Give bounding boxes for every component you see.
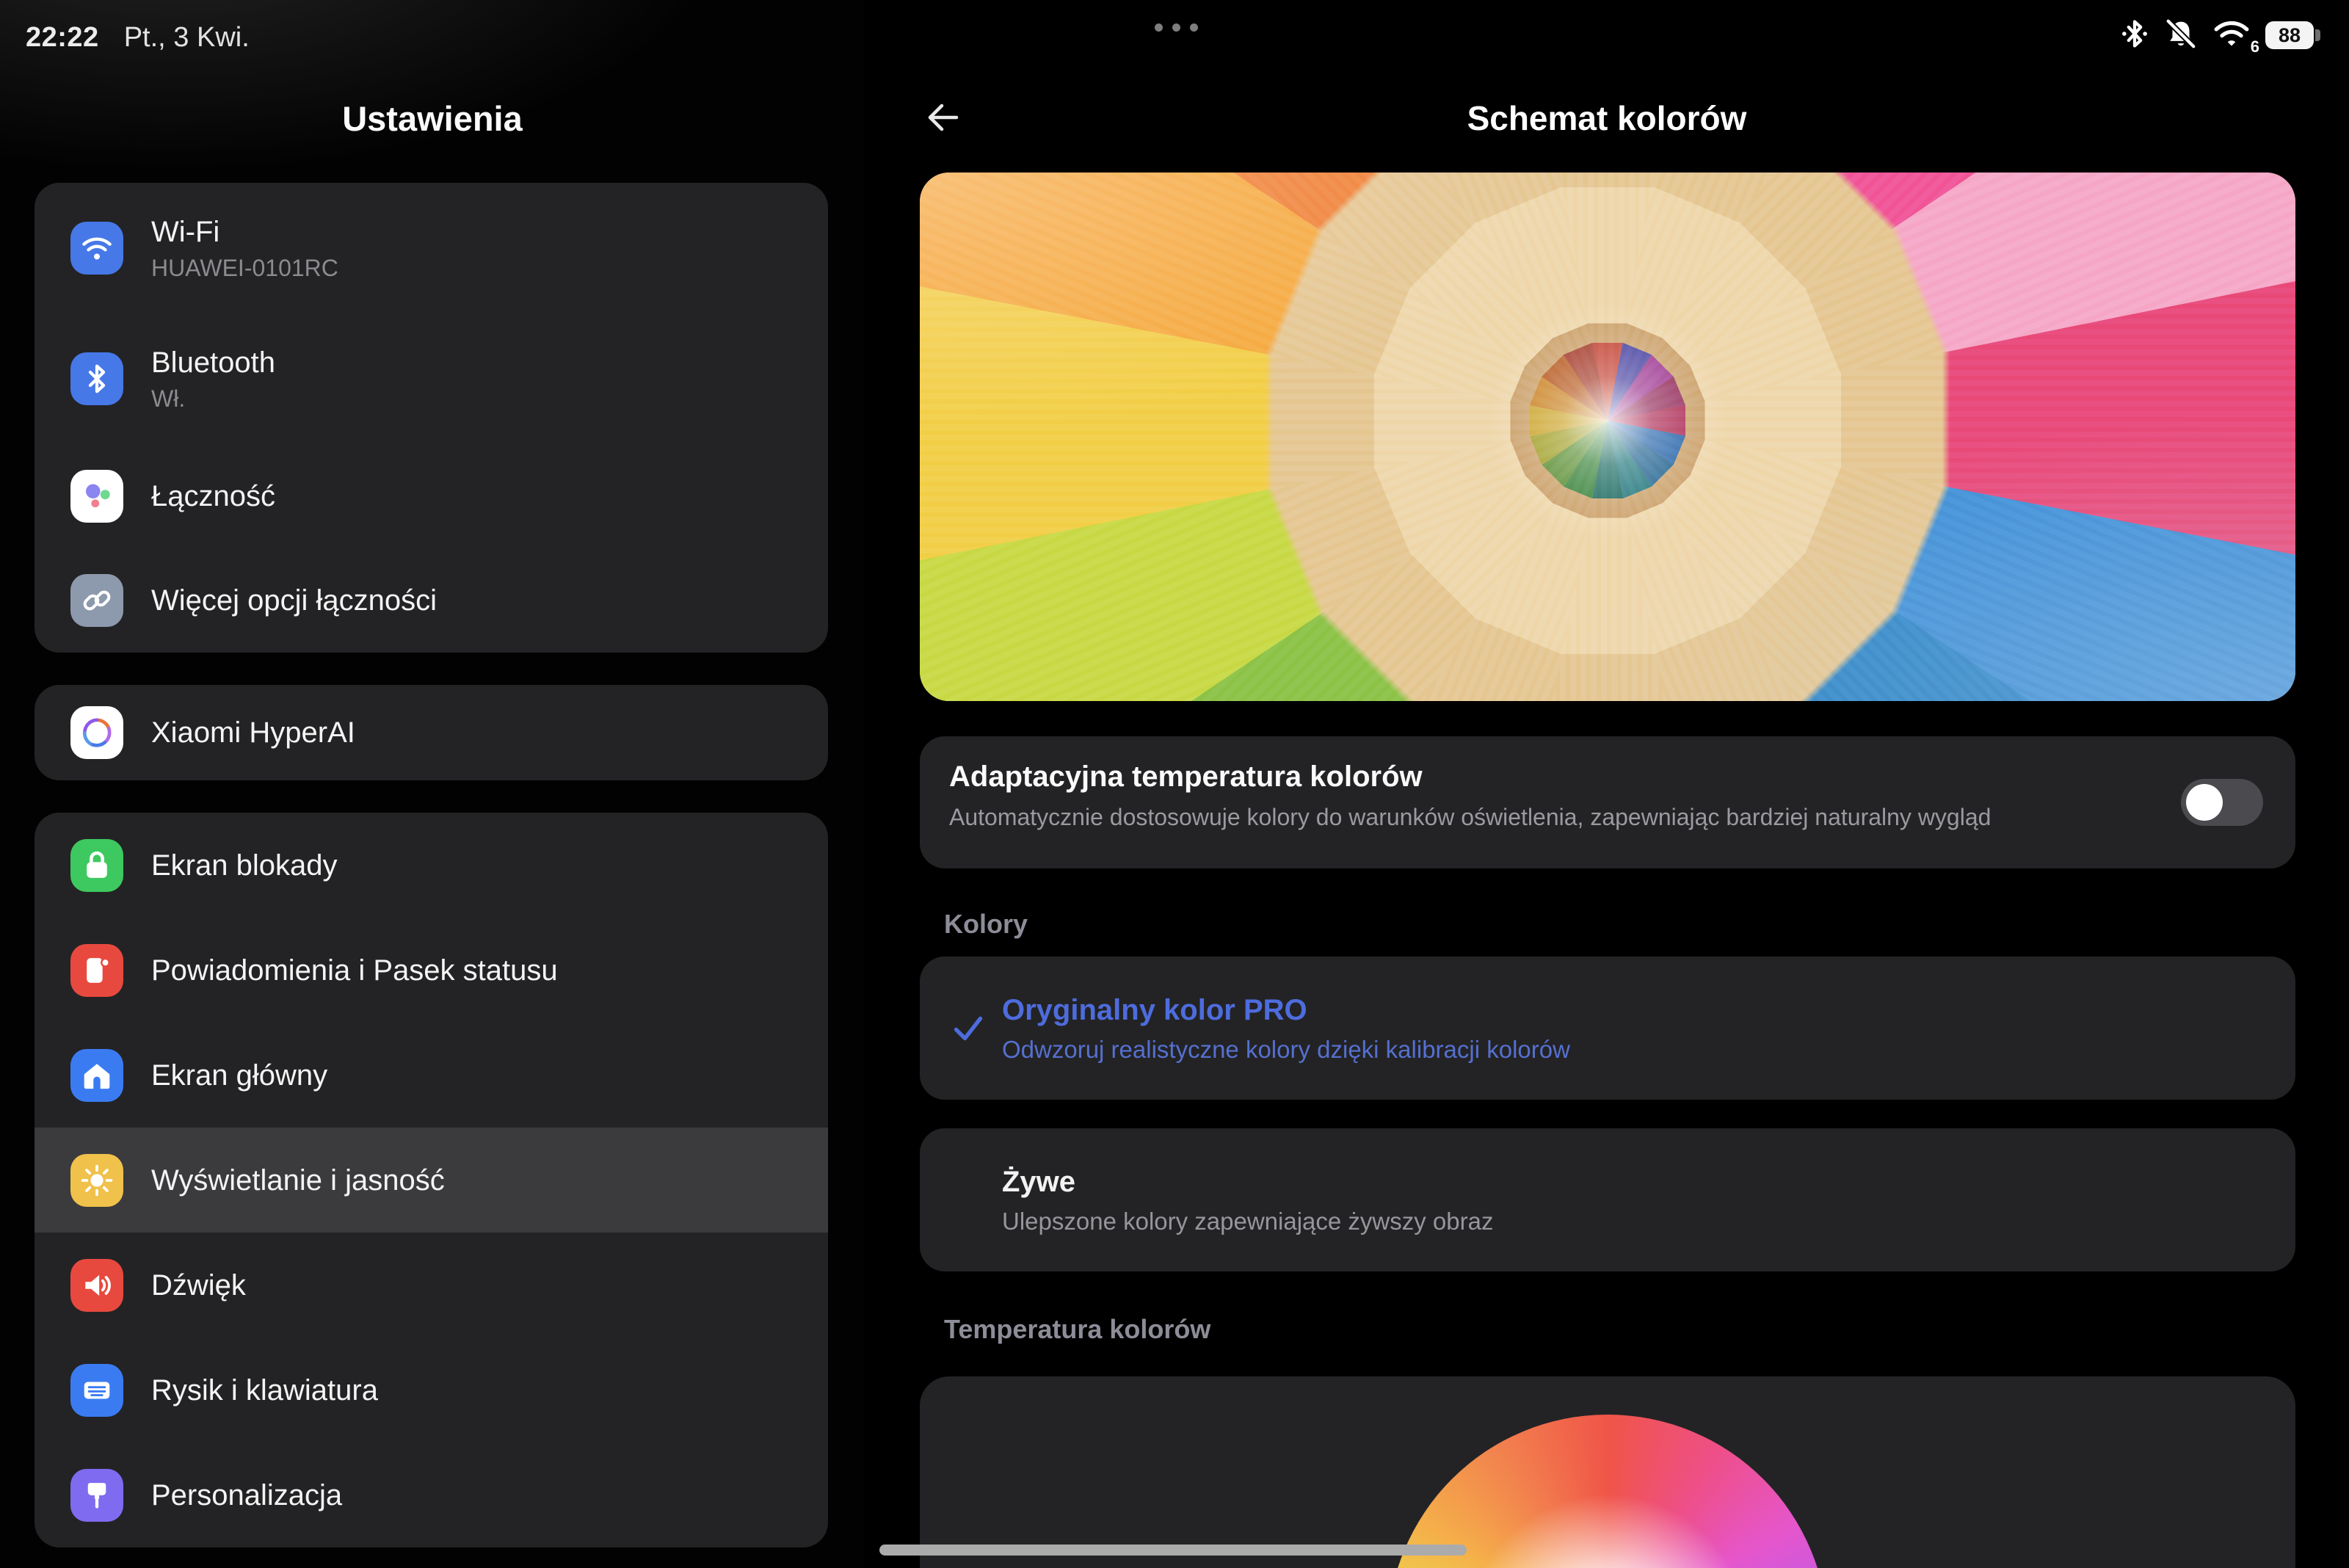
sidebar-item-texts: Wyświetlanie i jasność [151, 1163, 445, 1198]
sidebar-item-connectivity[interactable]: Łączność [35, 444, 828, 548]
check-icon [951, 1011, 986, 1046]
sidebar-item-xiaomi-hyperai[interactable]: Xiaomi HyperAI [35, 685, 828, 780]
bluetooth-status-icon [2120, 17, 2149, 54]
sidebar-item-sound[interactable]: Dźwięk [35, 1233, 828, 1337]
sidebar-item-label: Personalizacja [151, 1478, 342, 1513]
scrollbar-thumb[interactable] [879, 1545, 1467, 1556]
adaptive-temperature-row[interactable]: Adaptacyjna temperatura kolorów Automaty… [920, 736, 2295, 868]
sidebar-item-sublabel: HUAWEI-0101RC [151, 254, 338, 282]
adaptive-temperature-toggle[interactable] [2181, 779, 2263, 826]
option-texts: Żywe Ulepszone kolory zapewniające żywsz… [1002, 1164, 1493, 1237]
option-title: Oryginalny kolor PRO [1002, 992, 1570, 1028]
sidebar-item-texts: Xiaomi HyperAI [151, 715, 355, 750]
option-original-color-pro[interactable]: Oryginalny kolor PRO Odwzoruj realistycz… [920, 957, 2295, 1100]
option-title: Żywe [1002, 1164, 1493, 1200]
sidebar-item-lock-screen[interactable]: Ekran blokady [35, 813, 828, 918]
settings-app: 22:22 Pt., 3 Kwi. Ustawienia Wi-Fi HUAWEI… [0, 0, 2349, 1568]
option-subtitle: Ulepszone kolory zapewniające żywszy obr… [1002, 1206, 1493, 1237]
bluetooth-icon [70, 352, 123, 405]
sun-icon [70, 1154, 123, 1207]
sidebar-item-personalization[interactable]: Personalizacja [35, 1442, 828, 1547]
chain-link-icon [70, 574, 123, 627]
sidebar-item-label: Rysik i klawiatura [151, 1373, 378, 1408]
sidebar-group: Xiaomi HyperAI [35, 685, 828, 780]
sidebar-item-wifi[interactable]: Wi-Fi HUAWEI-0101RC [35, 183, 828, 313]
sidebar-item-home-screen[interactable]: Ekran główny [35, 1023, 828, 1128]
sidebar-item-notifications-status-bar[interactable]: Powiadomienia i Pasek statusu [35, 918, 828, 1023]
color-scheme-pane: 6 88 Schemat kolorów Adaptacyjna tempera… [865, 0, 2349, 1568]
wifi-status-icon: 6 [2212, 18, 2251, 54]
sidebar-item-texts: Ekran blokady [151, 848, 337, 883]
sidebar-item-texts: Dźwięk [151, 1268, 246, 1303]
sidebar-item-stylus-keyboard[interactable]: Rysik i klawiatura [35, 1337, 828, 1442]
sidebar-item-label: Dźwięk [151, 1268, 246, 1303]
sidebar-item-texts: Bluetooth Wł. [151, 345, 275, 413]
hero-center-highlight [920, 173, 2295, 701]
sidebar-item-bluetooth[interactable]: Bluetooth Wł. [35, 313, 828, 444]
window-handle-dots-icon[interactable] [1155, 23, 1198, 32]
connectivity-icon [70, 470, 123, 523]
battery-icon: 88 [2265, 21, 2314, 49]
toggle-knob [2186, 784, 2223, 821]
lock-icon [70, 839, 123, 892]
sidebar-group: Wi-Fi HUAWEI-0101RC Bluetooth Wł. Łączność Wi… [35, 183, 828, 653]
adaptive-temperature-title: Adaptacyjna temperatura kolorów [949, 758, 2134, 795]
sidebar-item-display-brightness[interactable]: Wyświetlanie i jasność [35, 1128, 828, 1233]
sidebar-item-label: Powiadomienia i Pasek statusu [151, 953, 558, 988]
sidebar-item-label: Ekran główny [151, 1058, 327, 1093]
speaker-icon [70, 1259, 123, 1312]
pane-title: Schemat kolorów [865, 98, 2349, 138]
hyperai-swirl-icon [70, 706, 123, 759]
option-vivid[interactable]: Żywe Ulepszone kolory zapewniające żywsz… [920, 1128, 2295, 1271]
sidebar: 22:22 Pt., 3 Kwi. Ustawienia Wi-Fi HUAWEI… [0, 0, 865, 1568]
option-subtitle: Odwzoruj realistyczne kolory dzięki kali… [1002, 1034, 1570, 1065]
sidebar-item-more-connectivity[interactable]: Więcej opcji łączności [35, 548, 828, 653]
sidebar-item-texts: Więcej opcji łączności [151, 583, 437, 618]
statusbar-left: 22:22 Pt., 3 Kwi. [26, 22, 250, 54]
status-time: 22:22 [26, 22, 99, 54]
wifi6-badge: 6 [2251, 37, 2259, 57]
statusbar-right: 6 88 [2120, 16, 2314, 54]
pane-header: Schemat kolorów [865, 94, 2349, 145]
sidebar-item-label: Xiaomi HyperAI [151, 715, 355, 750]
status-date: Pt., 3 Kwi. [124, 22, 250, 54]
sidebar-item-texts: Wi-Fi HUAWEI-0101RC [151, 214, 338, 282]
sidebar-item-label: Ekran blokady [151, 848, 337, 883]
notification-icon [70, 944, 123, 997]
sidebar-item-texts: Rysik i klawiatura [151, 1373, 378, 1408]
sidebar-item-texts: Powiadomienia i Pasek statusu [151, 953, 558, 988]
temperature-section-label: Temperatura kolorów [944, 1314, 1210, 1345]
sidebar-item-label: Więcej opcji łączności [151, 583, 437, 618]
settings-page-title: Ustawienia [0, 98, 865, 139]
sidebar-item-label: Łączność [151, 479, 275, 514]
option-texts: Oryginalny kolor PRO Odwzoruj realistycz… [1002, 992, 1570, 1065]
sidebar-item-texts: Ekran główny [151, 1058, 327, 1093]
temperature-wheel-card [920, 1376, 2295, 1568]
home-icon [70, 1049, 123, 1102]
sidebar-item-texts: Personalizacja [151, 1478, 342, 1513]
wifi-icon [70, 222, 123, 275]
sidebar-item-texts: Łączność [151, 479, 275, 514]
sidebar-item-label: Bluetooth [151, 345, 275, 380]
colors-section-label: Kolory [944, 909, 1028, 940]
sidebar-item-label: Wi-Fi [151, 214, 338, 250]
sidebar-groups: Wi-Fi HUAWEI-0101RC Bluetooth Wł. Łączność Wi… [35, 183, 828, 1547]
sidebar-group: Ekran blokady Powiadomienia i Pasek statu… [35, 813, 828, 1547]
sidebar-item-label: Wyświetlanie i jasność [151, 1163, 445, 1198]
color-pencils-photo [920, 173, 2295, 701]
notifications-off-icon [2164, 17, 2198, 54]
paintbrush-icon [70, 1469, 123, 1522]
keyboard-icon [70, 1364, 123, 1417]
sidebar-item-sublabel: Wł. [151, 385, 275, 413]
adaptive-temperature-subtitle: Automatycznie dostosowuje kolory do waru… [949, 801, 2134, 833]
battery-percent: 88 [2279, 24, 2301, 47]
